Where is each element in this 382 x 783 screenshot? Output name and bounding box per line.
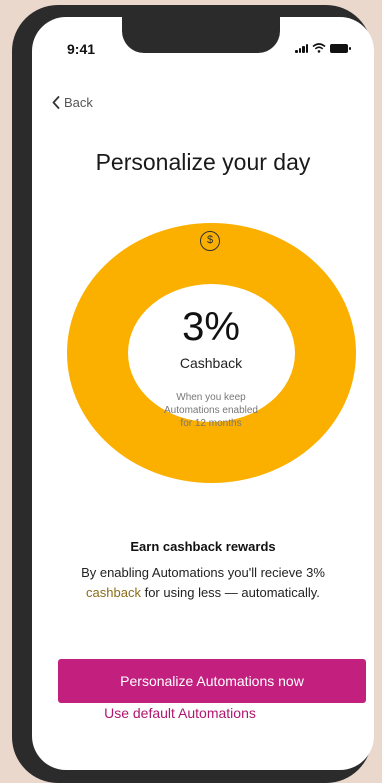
wifi-icon xyxy=(312,43,326,53)
cashback-note: When you keep Automations enabled for 12… xyxy=(164,392,258,429)
phone-screen: 9:41 Back Personalize your day $ 3% Cash… xyxy=(32,17,374,770)
chevron-left-icon xyxy=(52,96,60,109)
earn-title: Earn cashback rewards xyxy=(130,539,276,554)
page-title: Personalize your day xyxy=(95,149,311,175)
back-label: Back xyxy=(64,95,93,110)
phone-frame: 9:41 Back Personalize your day $ 3% Cash… xyxy=(12,5,374,783)
cashback-label: Cashback xyxy=(179,355,243,371)
earn-description: By enabling Automations you'll recieve 3… xyxy=(54,563,352,603)
dollar-coin-icon: $ xyxy=(200,231,220,251)
cashback-donut: $ 3% Cashback When you keep Automations … xyxy=(66,223,356,483)
cashback-percent: 3% xyxy=(182,305,240,349)
use-default-automations-link[interactable]: Use default Automations xyxy=(0,705,360,721)
cashback-ring xyxy=(67,223,356,483)
phone-notch xyxy=(122,17,280,53)
back-button[interactable]: Back xyxy=(52,95,93,110)
personalize-automations-button[interactable]: Personalize Automations now xyxy=(58,659,366,703)
signal-icon xyxy=(295,43,308,53)
earn-desc-text-1: By enabling Automations you'll recieve 3… xyxy=(81,565,325,580)
status-icons xyxy=(295,43,351,53)
status-time: 9:41 xyxy=(67,41,96,57)
cashback-link[interactable]: cashback xyxy=(86,585,141,600)
battery-icon xyxy=(330,43,351,53)
earn-desc-text-2: for using less — automatically. xyxy=(144,585,320,600)
